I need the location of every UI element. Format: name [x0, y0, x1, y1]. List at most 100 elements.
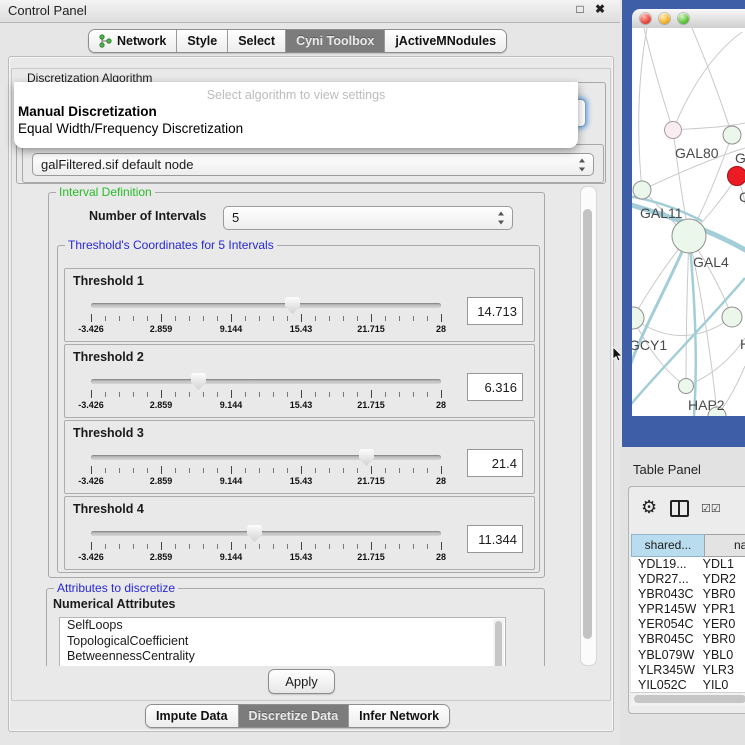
combo-spinner-icon: [578, 158, 587, 171]
numerical-attributes-label: Numerical Attributes: [53, 597, 175, 611]
tab-network[interactable]: Network: [89, 30, 177, 52]
node-gcy1[interactable]: [632, 307, 644, 329]
label-gal4: GAL4: [693, 254, 729, 270]
network-canvas[interactable]: GAL80 GA GAL11 C GAL4 GCY1 H HAP2: [632, 28, 745, 416]
column-header-name[interactable]: na: [704, 534, 745, 557]
threshold-2-slider-track[interactable]: [91, 379, 441, 384]
tab-discretize-data[interactable]: Discretize Data: [239, 705, 350, 727]
list-item[interactable]: BetweennessCentrality: [60, 649, 505, 665]
table-row[interactable]: YDL19...YDL1: [631, 557, 745, 572]
table-row[interactable]: YDR27...YDR2: [631, 572, 745, 587]
node-gal80[interactable]: [665, 122, 682, 139]
threshold-1-value-field[interactable]: 14.713: [467, 297, 523, 325]
bottom-tabs: Impute Data Discretize Data Infer Networ…: [145, 704, 450, 728]
threshold-4-slider-thumb[interactable]: [247, 525, 262, 542]
tab-jactivemnodules[interactable]: jActiveMNodules: [385, 30, 506, 52]
split-column-icon[interactable]: [670, 500, 689, 517]
minor-ticks: [91, 392, 442, 397]
thresholds-group-title: Threshold's Coordinates for 5 Intervals: [65, 238, 277, 252]
network-window-titlebar: [632, 9, 745, 29]
table-row[interactable]: YBL079WYBL0: [631, 648, 745, 663]
threshold-2-slider-thumb[interactable]: [191, 373, 206, 390]
threshold-3-panel: Threshold 3 -3.426 2.859 9.144 15.43 21.…: [64, 420, 535, 494]
minimize-traffic-light-icon[interactable]: [659, 13, 670, 24]
menu-item-equal-width-discretization[interactable]: Equal Width/Frequency Discretization: [18, 121, 243, 136]
number-of-intervals-value: 5: [232, 207, 494, 228]
table-panel-title: Table Panel: [633, 462, 701, 477]
table-rows: YDL19...YDL1 YDR27...YDR2 YBR043CYBR0 YP…: [631, 557, 745, 692]
threshold-3-slider-track[interactable]: [91, 455, 441, 460]
table-row[interactable]: YER054CYER0: [631, 617, 745, 632]
close-icon[interactable]: ✖: [592, 2, 608, 16]
number-of-intervals-combobox[interactable]: 5: [223, 206, 513, 230]
threshold-4-panel: Threshold 4 -3.426 2.859 9.144 15.43 21.…: [64, 496, 535, 570]
minor-ticks: [91, 468, 442, 473]
threshold-3-slider-thumb[interactable]: [359, 449, 374, 466]
list-scrollbar[interactable]: [493, 619, 504, 666]
threshold-2-panel: Threshold 2 -3.426 2.859 9.144 15.43 21.…: [64, 344, 535, 418]
label-hap2: HAP2: [688, 397, 725, 413]
label-c: C: [739, 189, 745, 205]
threshold-1-slider-thumb[interactable]: [285, 297, 300, 314]
control-panel-titlebar: Control Panel □ ✖: [0, 0, 620, 23]
interval-definition-group: Interval Definition Number of Intervals …: [48, 192, 545, 578]
node-gal11[interactable]: [633, 181, 651, 199]
tab-cyni-toolbox[interactable]: Cyni Toolbox: [286, 30, 385, 52]
threshold-3-value-field[interactable]: 21.4: [467, 449, 523, 477]
control-panel-tabs: Network Style Select Cyni Toolbox jActiv…: [88, 29, 507, 53]
tab-network-label: Network: [117, 34, 166, 48]
tab-style[interactable]: Style: [177, 30, 228, 52]
gear-icon[interactable]: ⚙: [641, 498, 657, 516]
thresholds-group: Threshold's Coordinates for 5 Intervals …: [57, 245, 540, 573]
table-panel: ⚙ ☑☑ shared... na YDL19...YDL1 YDR27...Y…: [628, 486, 745, 714]
threshold-1-slider-track[interactable]: [91, 303, 441, 308]
label-gal11: GAL11: [640, 205, 683, 221]
threshold-2-value-field[interactable]: 6.316: [467, 373, 523, 401]
float-window-icon[interactable]: □: [572, 2, 588, 16]
network-view-window: GAL80 GA GAL11 C GAL4 GCY1 H HAP2: [622, 0, 745, 447]
tab-select[interactable]: Select: [228, 30, 286, 52]
table-data-group: Table Data galFiltered.sif default node: [22, 144, 604, 183]
algorithm-dropdown-popup: Select algorithm to view settings Manual…: [14, 82, 578, 148]
threshold-1-panel: Threshold 1 -3.426 2.859 9.144 15.43 21.…: [64, 268, 535, 342]
scrollbar-thumb[interactable]: [634, 695, 745, 703]
attributes-group-title: Attributes to discretize: [54, 581, 178, 595]
zoom-traffic-light-icon[interactable]: [678, 13, 689, 24]
table-row[interactable]: YIL052CYIL0: [631, 678, 745, 693]
algorithm-hint: Select algorithm to view settings: [14, 88, 578, 102]
minor-ticks: [91, 544, 442, 549]
column-header-shared-name[interactable]: shared...: [631, 534, 705, 557]
list-item[interactable]: TopologicalCoefficient: [60, 634, 505, 650]
node-h[interactable]: [722, 307, 742, 327]
scrollbar-thumb[interactable]: [583, 209, 592, 639]
attributes-group: Attributes to discretize Numerical Attri…: [46, 588, 545, 666]
panel-title: Control Panel: [8, 3, 87, 18]
table-row[interactable]: YLR345WYLR3: [631, 663, 745, 678]
node-ga[interactable]: [723, 126, 741, 144]
label-gal80: GAL80: [675, 145, 719, 161]
settings-scrollbar[interactable]: [580, 186, 597, 666]
list-item[interactable]: SelfLoops: [60, 618, 505, 634]
interval-definition-title: Interval Definition: [56, 186, 155, 199]
table-row[interactable]: YBR045CYBR0: [631, 632, 745, 647]
tab-infer-network[interactable]: Infer Network: [349, 705, 449, 727]
apply-button[interactable]: Apply: [268, 669, 335, 694]
node-red[interactable]: [728, 167, 745, 186]
number-of-intervals-label: Number of Intervals: [89, 209, 206, 223]
threshold-4-value-field[interactable]: 11.344: [467, 525, 523, 553]
threshold-2-label: Threshold 2: [73, 350, 144, 364]
checkbox-pair-icon[interactable]: ☑☑: [701, 502, 721, 515]
table-row[interactable]: YPR145WYPR1: [631, 602, 745, 617]
threshold-4-slider-track[interactable]: [91, 531, 441, 536]
node-gal4[interactable]: [672, 219, 706, 253]
menu-item-manual-discretization[interactable]: Manual Discretization: [18, 104, 157, 119]
numerical-attributes-list[interactable]: SelfLoops TopologicalCoefficient Between…: [59, 617, 506, 666]
table-horizontal-scrollbar[interactable]: [631, 692, 745, 706]
node-hap2[interactable]: [679, 379, 694, 394]
close-traffic-light-icon[interactable]: [640, 13, 651, 24]
tab-impute-data[interactable]: Impute Data: [146, 705, 239, 727]
table-data-combobox[interactable]: galFiltered.sif default node: [32, 153, 594, 176]
minor-ticks: [91, 316, 442, 321]
table-row[interactable]: YBR043CYBR0: [631, 587, 745, 602]
threshold-3-label: Threshold 3: [73, 426, 144, 440]
